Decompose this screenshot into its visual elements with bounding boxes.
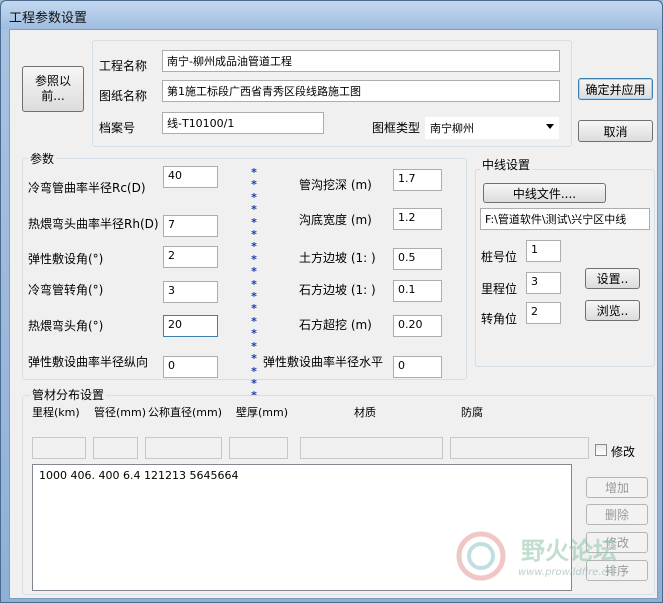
separator-stars: * * * * * * * * * * * * * * * * * * * [251,166,257,403]
cancel-label: 取消 [603,124,628,139]
watermark-title: 野火论坛 [521,537,617,565]
mileage-position-input[interactable]: 3 [526,272,561,294]
param-right-input-4[interactable]: 0.20 [393,315,442,337]
confirm-apply-button[interactable]: 确定并应用 [578,78,653,100]
param-left-input-4[interactable]: 20 [163,315,218,337]
anticorrosion-field[interactable] [450,437,589,459]
wall-thickness-field[interactable] [229,437,288,459]
param-right-input-5[interactable]: 0 [393,356,442,378]
modify-checkbox[interactable] [595,444,607,456]
centerline-browse-label: 浏览.. [596,304,629,318]
add-button[interactable]: 增加 [586,477,648,498]
col-header-anticorrosion: 防腐 [461,406,483,419]
col-header-material: 材质 [354,406,376,419]
params-group-label: 参数 [28,150,57,167]
param-left-input-2[interactable]: 2 [163,246,218,268]
col-header-diameter: 管径(mm) [94,406,147,419]
centerline-path-input[interactable]: F:\管道软件\测试\兴宁区中线 [480,208,650,230]
frame-type-value: 南宁柳州 [430,122,474,135]
diameter-field[interactable] [93,437,138,459]
frame-type-label: 图框类型 [372,121,421,135]
param-right-label-0: 管沟挖深 (m) [299,178,372,192]
pipe-group-label: 管材分布设置 [30,386,107,403]
col-header-nominal: 公称直径(mm) [148,406,223,419]
project-name-label: 工程名称 [99,59,148,73]
drawing-name-input[interactable]: 第1施工标段广西省青秀区段线路施工图 [162,80,560,102]
dialog-client-area: 参照以前... 工程名称 南宁-柳州成品油管道工程 图纸名称 第1施工标段广西省… [9,29,658,599]
mileage-position-label: 里程位 [481,282,518,296]
col-header-wall: 壁厚(mm) [236,406,289,419]
window-title: 工程参数设置 [9,11,88,26]
stake-position-label: 桩号位 [481,250,518,264]
cancel-button[interactable]: 取消 [578,120,653,142]
param-right-input-0[interactable]: 1.7 [393,169,442,191]
drawing-name-label: 图纸名称 [99,89,148,103]
param-right-label-3: 石方边坡 (1: ) [299,283,376,297]
param-right-input-3[interactable]: 0.1 [393,280,442,302]
param-left-input-0[interactable]: 40 [163,166,218,188]
param-left-label-2: 弹性敷设角(°) [28,252,104,266]
watermark-logo-icon [456,531,506,581]
nominal-diameter-field[interactable] [145,437,222,459]
material-field[interactable] [300,437,443,459]
centerline-settings-button[interactable]: 设置.. [585,268,640,289]
param-left-label-0: 冷弯管曲率半径Rc(D) [28,181,146,195]
list-item[interactable]: 1000 406. 400 6.4 121213 5645664 [39,469,565,482]
stake-position-input[interactable]: 1 [526,240,561,262]
chevron-down-icon[interactable] [546,124,554,129]
param-left-label-5: 弹性敷设曲率半径纵向 [28,355,149,369]
param-right-label-2: 土方边坡 (1: ) [299,251,376,265]
archive-number-input[interactable]: 线-T10100/1 [162,112,324,134]
param-left-input-3[interactable]: 3 [163,281,218,303]
frame-type-select[interactable]: 南宁柳州 [425,117,559,139]
confirm-apply-label: 确定并应用 [585,82,646,97]
param-right-label-4: 石方超挖 (m) [299,318,372,332]
param-left-label-1: 热煨弯头曲率半径Rh(D) [28,217,159,231]
centerline-file-label: 中线文件.... [512,186,577,201]
turn-position-input[interactable]: 2 [526,302,561,324]
col-header-mileage: 里程(km) [32,406,80,419]
add-label: 增加 [604,481,629,495]
param-left-label-3: 冷弯管转角(°) [28,283,104,297]
column-separator: * * * * * * * * * * * * * * * * * * * [248,166,260,403]
dialog-window: 工程参数设置 参照以前... 工程名称 南宁-柳州成品油管道工程 图纸名称 第1… [0,0,663,603]
turn-position-label: 转角位 [481,312,518,326]
project-name-input[interactable]: 南宁-柳州成品油管道工程 [162,50,560,72]
refer-previous-button[interactable]: 参照以前... [22,66,84,112]
centerline-file-button[interactable]: 中线文件.... [483,183,606,203]
param-left-label-4: 热煨弯头角(°) [28,319,104,333]
param-right-label-5: 弹性敷设曲率半径水平 [263,355,384,369]
centerline-group-label: 中线设置 [480,156,533,173]
mileage-field[interactable] [32,437,86,459]
archive-number-label: 档案号 [99,121,136,135]
param-right-input-2[interactable]: 0.5 [393,248,442,270]
modify-checkbox-label[interactable]: 修改 [611,443,635,460]
title-bar[interactable]: 工程参数设置 [1,1,662,29]
forum-watermark: 野火论坛 www.prowildfire.cn [446,521,646,591]
param-left-input-1[interactable]: 7 [163,215,218,237]
param-right-input-1[interactable]: 1.2 [393,208,442,230]
centerline-settings-label: 设置.. [596,272,629,286]
param-left-input-5[interactable]: 0 [163,356,218,378]
watermark-url: www.prowildfire.cn [518,567,614,578]
param-right-label-1: 沟底宽度 (m) [299,213,372,227]
centerline-browse-button[interactable]: 浏览.. [585,300,640,321]
refer-previous-label: 参照以前... [34,74,71,103]
